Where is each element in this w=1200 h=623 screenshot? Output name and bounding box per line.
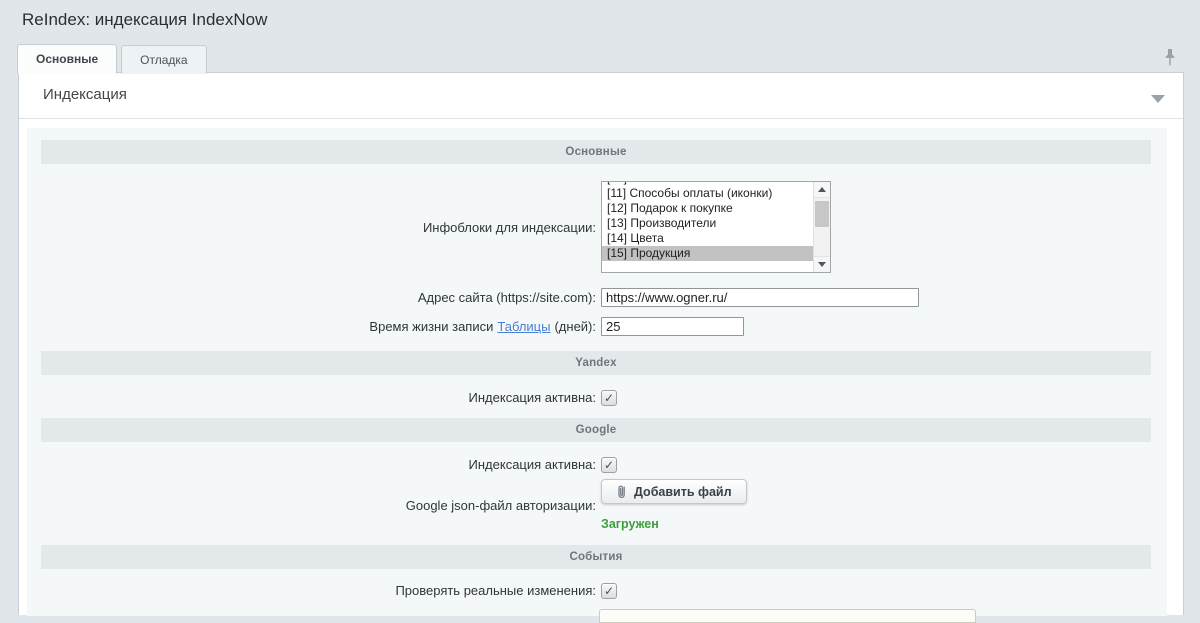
ttl-label-prefix: Время жизни записи xyxy=(369,319,493,334)
list-item-selected[interactable]: [15] Продукция xyxy=(602,246,813,261)
section-header-yandex: Yandex xyxy=(41,351,1151,375)
pin-icon[interactable] xyxy=(1162,48,1178,68)
yandex-active-row: Индексация активна: ✓ xyxy=(27,389,1167,406)
tab-debug[interactable]: Отладка xyxy=(121,45,206,74)
yandex-active-label: Индексация активна: xyxy=(27,390,596,405)
upload-status: Загружен xyxy=(601,517,659,531)
ttl-label: Время жизни записи Таблицы (дней): xyxy=(27,319,596,334)
google-active-row: Индексация активна: ✓ xyxy=(27,456,1167,473)
site-url-row: Адрес сайта (https://site.com): xyxy=(27,288,1167,307)
list-item[interactable]: [14] Цвета xyxy=(602,231,813,246)
tab-bar: Основные Отладка xyxy=(17,44,207,74)
infoblocks-row: Инфоблоки для индексации: [10] Способы о… xyxy=(27,181,1167,273)
yandex-active-checkbox[interactable]: ✓ xyxy=(601,390,617,406)
tab-main[interactable]: Основные xyxy=(17,44,117,74)
section-header-general: Основные xyxy=(41,140,1151,164)
scrollbar-thumb[interactable] xyxy=(815,201,829,227)
panel-title: Индексация xyxy=(43,86,127,103)
google-json-row: Google json-файл авторизации: Добавить ф… xyxy=(27,478,1167,532)
paperclip-icon xyxy=(616,484,627,499)
ttl-input[interactable] xyxy=(601,317,744,336)
add-file-button-label: Добавить файл xyxy=(634,485,732,499)
form-content: Основные Инфоблоки для индексации: [10] … xyxy=(27,128,1167,616)
tables-link[interactable]: Таблицы xyxy=(497,319,550,334)
check-real-changes-label: Проверять реальные изменения: xyxy=(27,583,596,598)
ttl-label-suffix: (дней): xyxy=(554,319,596,334)
scroll-up-icon[interactable] xyxy=(814,182,830,198)
ttl-row: Время жизни записи Таблицы (дней): xyxy=(27,317,1167,336)
settings-panel: Индексация Основные Инфоблоки для индекс… xyxy=(18,72,1184,615)
infoblocks-multiselect[interactable]: [10] Способы оплаты [11] Способы оплаты … xyxy=(601,181,831,273)
section-header-events: События xyxy=(41,545,1151,569)
check-real-changes-checkbox[interactable]: ✓ xyxy=(601,583,617,599)
partial-bottom-control[interactable] xyxy=(599,609,976,623)
add-file-button[interactable]: Добавить файл xyxy=(601,479,747,504)
section-header-google: Google xyxy=(41,418,1151,442)
infoblocks-label: Инфоблоки для индексации: xyxy=(27,220,596,235)
page-title: ReIndex: индексация IndexNow xyxy=(22,10,267,30)
list-item[interactable]: [12] Подарок к покупке xyxy=(602,201,813,216)
site-url-input[interactable] xyxy=(601,288,919,307)
site-url-label: Адрес сайта (https://site.com): xyxy=(27,290,596,305)
list-item[interactable]: [13] Производители xyxy=(602,216,813,231)
google-json-label: Google json-файл авторизации: xyxy=(27,498,596,513)
infoblocks-options: [10] Способы оплаты [11] Способы оплаты … xyxy=(602,181,813,261)
panel-header: Индексация xyxy=(19,73,1183,119)
google-active-label: Индексация активна: xyxy=(27,457,596,472)
listbox-scrollbar[interactable] xyxy=(813,182,830,272)
google-active-checkbox[interactable]: ✓ xyxy=(601,457,617,473)
chevron-down-icon[interactable] xyxy=(1151,95,1165,103)
list-item[interactable]: [11] Способы оплаты (иконки) xyxy=(602,186,813,201)
check-real-changes-row: Проверять реальные изменения: ✓ xyxy=(27,582,1167,599)
scroll-down-icon[interactable] xyxy=(814,256,830,272)
